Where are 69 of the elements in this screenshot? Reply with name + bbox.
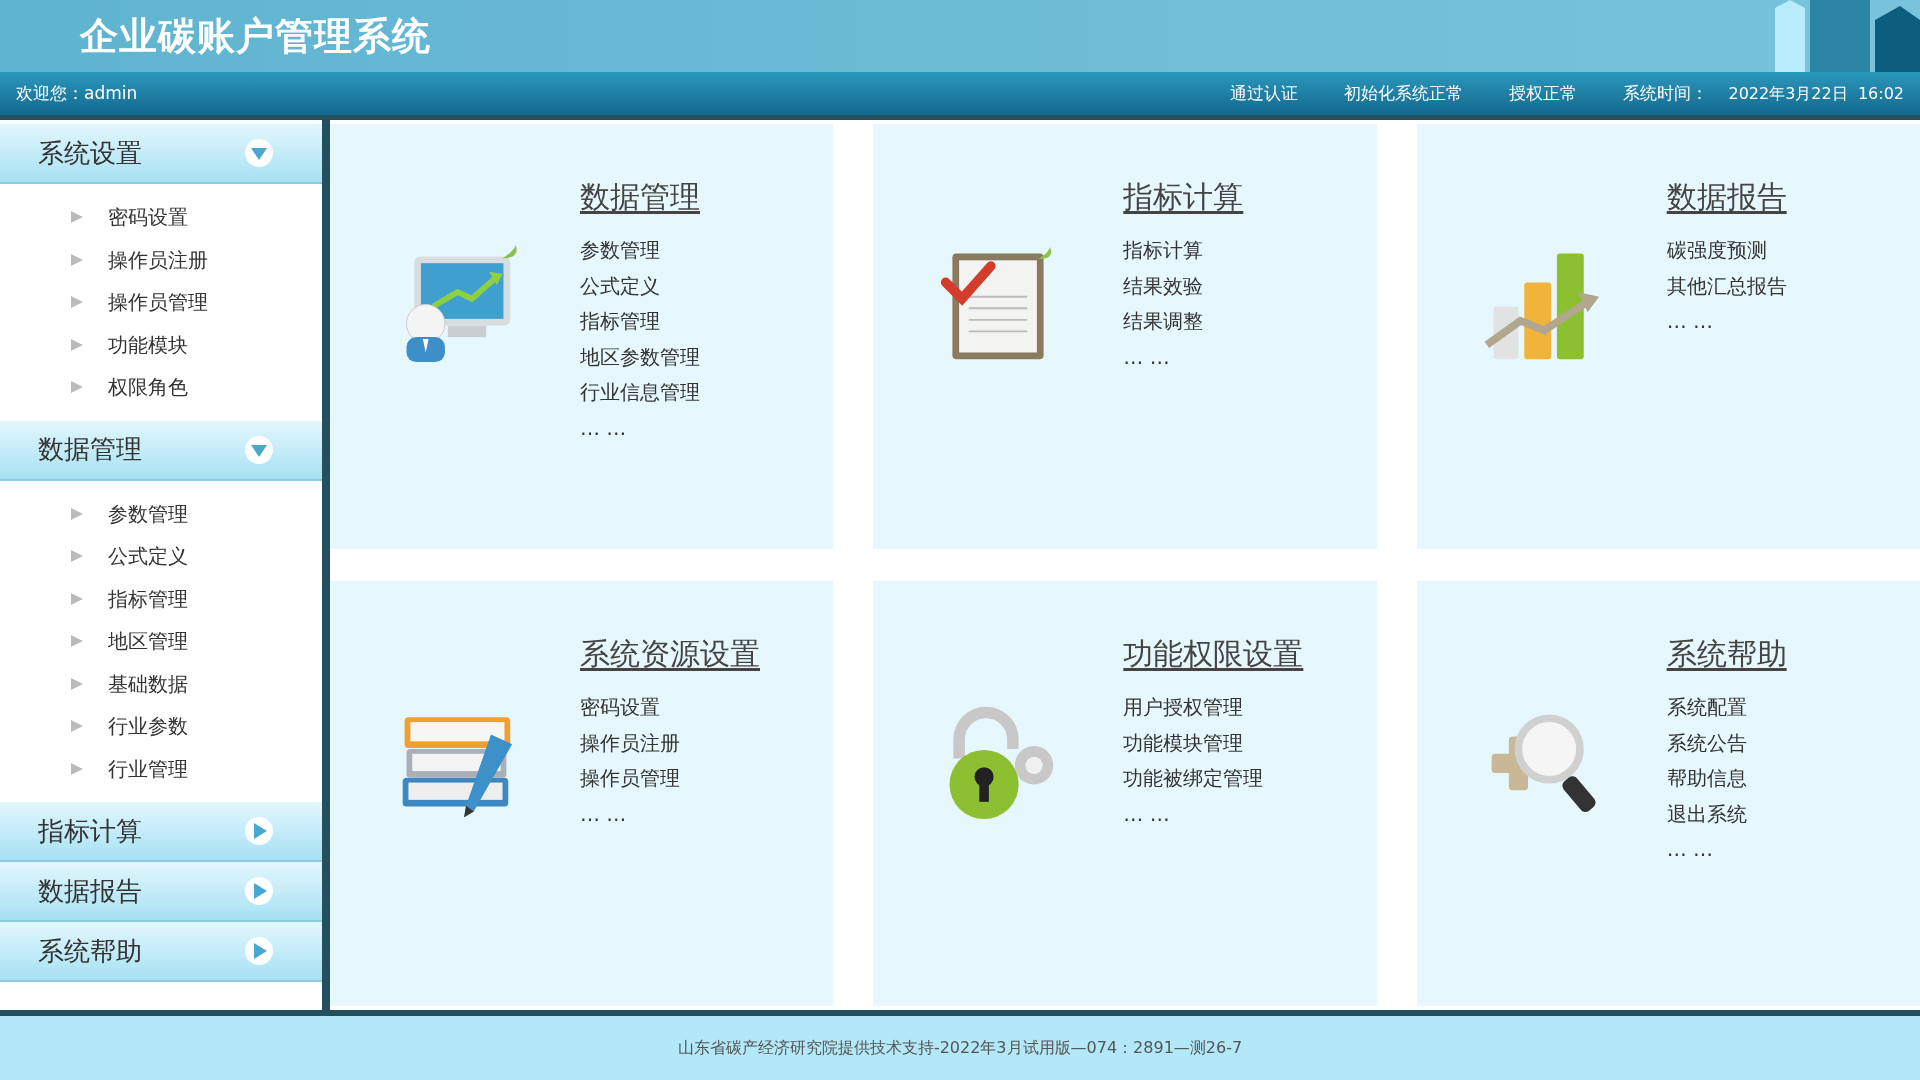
sidebar-link[interactable]: 权限角色: [108, 372, 188, 403]
status-text: 初始化系统正常: [1344, 81, 1464, 105]
sidebar-link[interactable]: 操作员注册: [108, 244, 208, 275]
card-link[interactable]: 指标管理: [580, 304, 660, 340]
status-text: 授权正常: [1509, 81, 1578, 105]
card-title-link[interactable]: 数据管理: [580, 174, 700, 219]
triangle-bullet-icon: [70, 549, 84, 564]
card-link[interactable]: 退出系统: [1666, 796, 1747, 832]
card-link[interactable]: 结果调整: [1123, 304, 1204, 340]
triangle-bullet-icon: [70, 591, 84, 606]
card-link[interactable]: … …: [580, 410, 627, 446]
sidebar-link[interactable]: 操作员管理: [108, 287, 208, 318]
sidebar-group-header[interactable]: 数据报告: [0, 862, 322, 922]
sidebar-link[interactable]: 行业参数: [108, 711, 188, 742]
card-link[interactable]: … …: [1123, 339, 1170, 375]
card-title-link[interactable]: 系统帮助: [1666, 631, 1787, 676]
footer-text: 山东省碳产经济研究院提供技术支持-2022年3月试用版—074：2891—测26-7: [677, 1037, 1243, 1059]
card-link[interactable]: 密码设置: [580, 690, 660, 726]
triangle-bullet-icon: [70, 337, 84, 352]
card-link[interactable]: 指标计算: [1123, 233, 1204, 269]
card-link[interactable]: 操作员管理: [580, 761, 680, 797]
card-link[interactable]: … …: [1666, 832, 1713, 868]
triangle-bullet-icon: [70, 634, 84, 649]
app-title: 企业碳账户管理系统: [80, 12, 431, 60]
sidebar-group-header[interactable]: 数据管理: [0, 420, 322, 481]
card-link[interactable]: 行业信息管理: [580, 375, 700, 411]
sidebar-link[interactable]: 功能模块: [108, 329, 188, 360]
card-link[interactable]: 系统公告: [1666, 725, 1747, 761]
welcome-text: 欢迎您：admin: [16, 81, 138, 105]
time-value: 2022年3月22日 16:02: [1728, 82, 1904, 105]
card-link[interactable]: 碳强度预测: [1666, 233, 1767, 269]
card-link[interactable]: 其他汇总报告: [1666, 268, 1787, 304]
card-title-link[interactable]: 功能权限设置: [1123, 631, 1304, 676]
triangle-bullet-icon: [70, 380, 84, 395]
triangle-bullet-icon: [70, 719, 84, 734]
card-link[interactable]: 结果效验: [1123, 268, 1204, 304]
card-link[interactable]: … …: [1666, 304, 1713, 340]
card-title-link[interactable]: 系统资源设置: [580, 631, 760, 676]
triangle-bullet-icon: [70, 252, 84, 267]
triangle-bullet-icon: [70, 295, 84, 310]
triangle-bullet-icon: [70, 506, 84, 521]
status-text: 通过认证: [1230, 81, 1299, 105]
card-link[interactable]: 用户授权管理: [1123, 690, 1244, 726]
card-link[interactable]: … …: [580, 796, 627, 832]
card-link[interactable]: 功能被绑定管理: [1123, 761, 1264, 797]
sidebar-group-header[interactable]: 系统帮助: [0, 922, 322, 982]
card-link[interactable]: 参数管理: [580, 233, 660, 269]
sidebar-link[interactable]: 行业管理: [108, 753, 188, 784]
card-link[interactable]: 地区参数管理: [580, 339, 700, 375]
triangle-bullet-icon: [70, 676, 84, 691]
sidebar-link[interactable]: 公式定义: [108, 541, 188, 572]
card-link[interactable]: 功能模块管理: [1123, 725, 1244, 761]
triangle-bullet-icon: [70, 210, 84, 225]
card-link[interactable]: 操作员注册: [580, 725, 680, 761]
sidebar-link[interactable]: 密码设置: [108, 202, 188, 233]
sidebar-link[interactable]: 参数管理: [108, 498, 188, 529]
time-label: 系统时间：: [1623, 81, 1709, 105]
card-link[interactable]: 公式定义: [580, 268, 660, 304]
card-title-link[interactable]: 指标计算: [1123, 174, 1244, 219]
card-link[interactable]: 帮助信息: [1666, 761, 1747, 797]
triangle-bullet-icon: [70, 761, 84, 776]
sidebar-group-header[interactable]: 系统设置: [0, 124, 322, 184]
card-link[interactable]: 系统配置: [1666, 690, 1747, 726]
sidebar-link[interactable]: 地区管理: [108, 626, 188, 657]
card-title-link[interactable]: 数据报告: [1666, 174, 1787, 219]
sidebar-group-header[interactable]: 指标计算: [0, 802, 322, 862]
card-link[interactable]: … …: [1123, 796, 1170, 832]
sidebar-link[interactable]: 指标管理: [108, 583, 188, 614]
sidebar-link[interactable]: 基础数据: [108, 668, 188, 699]
